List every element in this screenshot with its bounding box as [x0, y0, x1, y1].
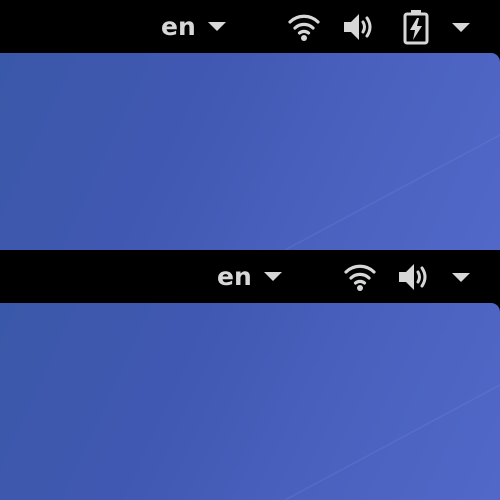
- language-indicator[interactable]: en: [217, 250, 282, 303]
- desktop-wallpaper: [0, 303, 500, 500]
- language-label: en: [161, 12, 196, 41]
- top-bar: en: [0, 0, 500, 53]
- language-indicator[interactable]: en: [161, 0, 226, 53]
- wifi-icon[interactable]: [344, 261, 376, 293]
- wifi-icon[interactable]: [288, 11, 320, 43]
- chevron-down-icon: [207, 22, 226, 31]
- wallpaper-streak: [284, 384, 500, 500]
- screen-panel-bottom: en: [0, 250, 500, 500]
- system-menu-caret[interactable]: [452, 273, 470, 282]
- screen-panel-top: en: [0, 0, 500, 250]
- battery-charging-icon[interactable]: [402, 9, 430, 45]
- wallpaper-streak: [284, 134, 500, 250]
- chevron-down-icon: [263, 272, 282, 281]
- top-bar: en: [0, 250, 500, 303]
- language-label: en: [217, 262, 252, 291]
- volume-icon[interactable]: [397, 261, 431, 293]
- system-menu-caret[interactable]: [452, 23, 470, 32]
- desktop-wallpaper: [0, 53, 500, 250]
- volume-icon[interactable]: [342, 11, 376, 43]
